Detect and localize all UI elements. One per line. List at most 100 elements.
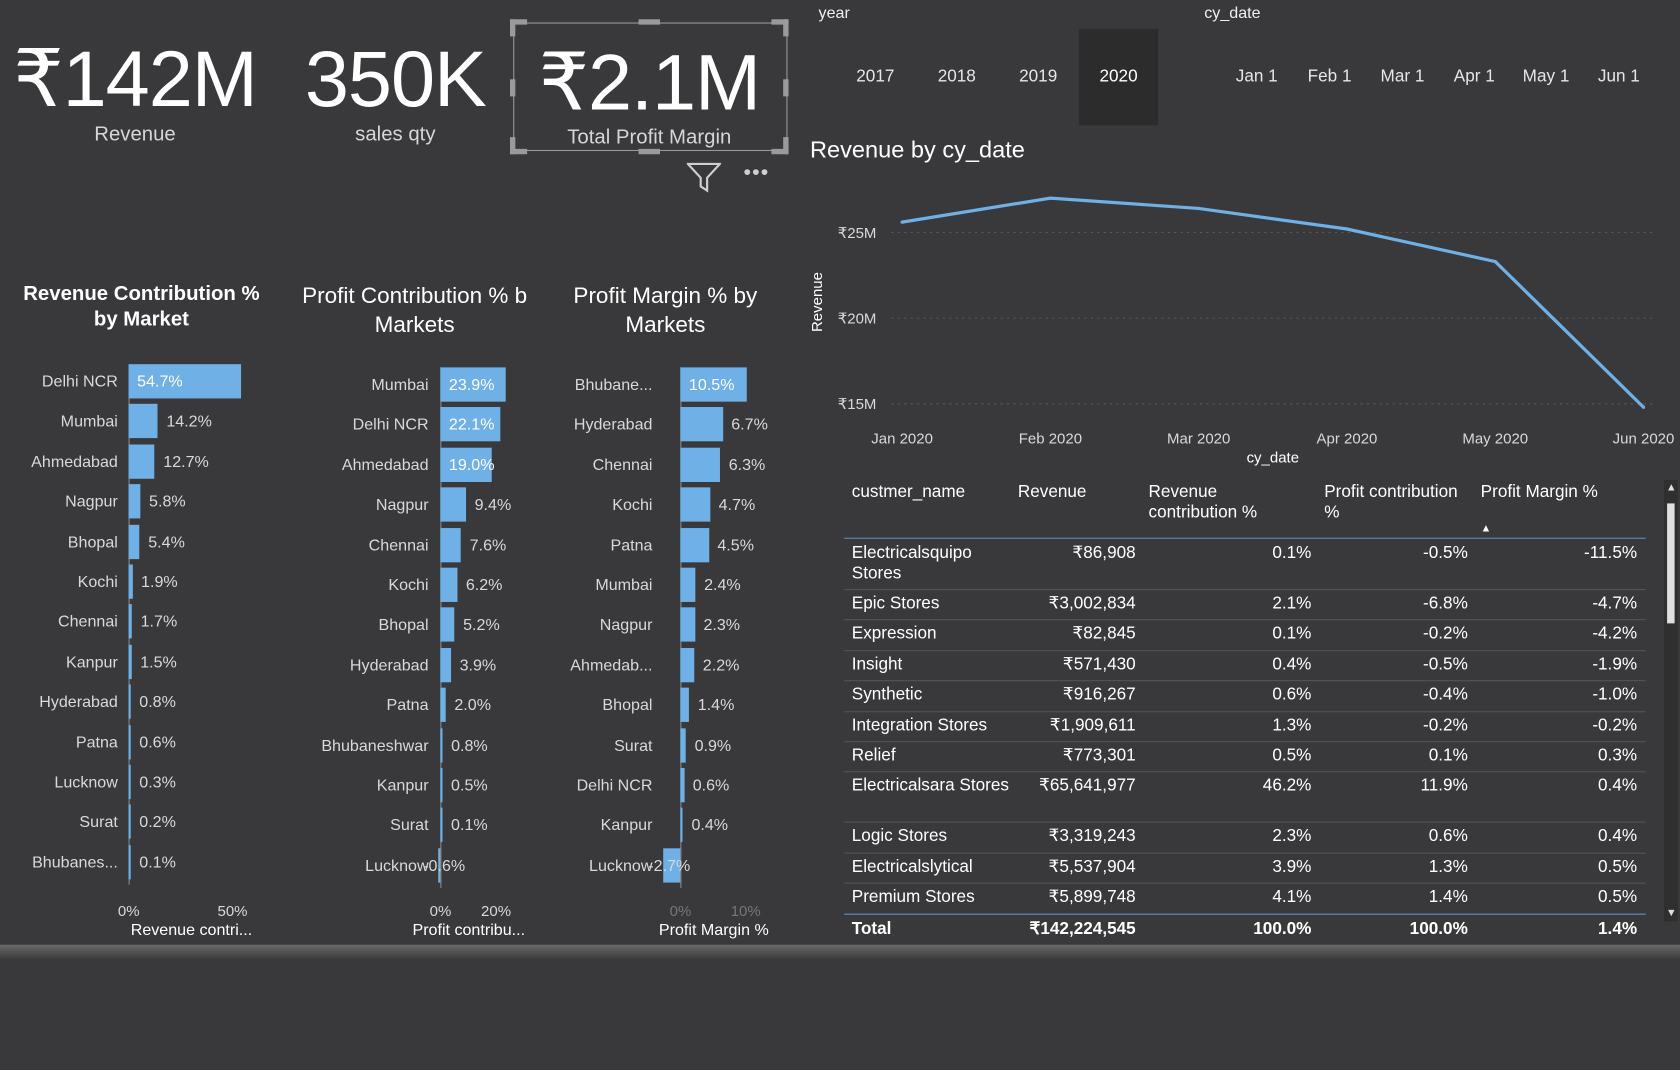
table-row[interactable]: Expression ₹82,845 0.1% -0.2% -4.2%: [844, 620, 1646, 651]
bar-row[interactable]: Patna 2.0%: [387, 687, 546, 724]
table-row[interactable]: Premium Stores ₹5,899,748 4.1% 1.4% 0.5%: [844, 883, 1646, 915]
scroll-thumb[interactable]: [1667, 503, 1675, 624]
bar[interactable]: [128, 724, 131, 759]
sort-ascending-icon[interactable]: ▲: [1481, 518, 1492, 538]
table-header-name[interactable]: custmer_name: [852, 482, 965, 502]
resize-handle[interactable]: [783, 19, 789, 37]
date-slicer-item-jan[interactable]: Jan 1: [1221, 29, 1292, 125]
bar[interactable]: [680, 447, 721, 482]
bar[interactable]: [440, 487, 467, 522]
bar-row[interactable]: Kanpur 0.4%: [601, 808, 781, 844]
bar-row[interactable]: Kanpur 0.5%: [377, 767, 546, 804]
bar-row[interactable]: Chennai 1.7%: [58, 604, 268, 641]
bar-row[interactable]: Delhi NCR 22.1%: [353, 407, 546, 443]
bar[interactable]: [440, 647, 451, 683]
bar[interactable]: [128, 404, 158, 439]
table-header-profit-margin[interactable]: Profit Margin %: [1481, 482, 1598, 502]
revenue-series-line[interactable]: [901, 196, 1645, 409]
table-scrollbar[interactable]: ▲ ▼: [1663, 479, 1678, 922]
bar[interactable]: [440, 527, 462, 562]
bar-row[interactable]: Lucknow 0.3%: [54, 764, 268, 801]
bar[interactable]: [128, 564, 133, 599]
bar-row[interactable]: Chennai 6.3%: [593, 447, 781, 484]
table-row[interactable]: Electricalsquipo Stores ₹86,908 0.1% -0.5% -…: [844, 539, 1646, 591]
bar-row[interactable]: Mumbai 23.9%: [371, 367, 546, 403]
bar-row[interactable]: Ahmedabad 19.0%: [342, 447, 546, 484]
table-header-revenue-contribution[interactable]: Revenue contribution %: [1149, 482, 1288, 523]
bar[interactable]: [680, 407, 723, 442]
table-row[interactable]: Electricalsara Stores ₹65,641,977 46.2% 11.…: [844, 772, 1646, 824]
bar-row[interactable]: Bhubaneshwar 0.8%: [321, 727, 546, 764]
bar-row[interactable]: Kochi 4.7%: [612, 487, 781, 524]
bar-row[interactable]: Mumbai 2.4%: [595, 567, 781, 604]
bar[interactable]: [440, 687, 446, 723]
bar[interactable]: [128, 764, 131, 800]
bar-row[interactable]: Kochi 1.9%: [78, 564, 268, 600]
bar-row[interactable]: Patna 0.6%: [76, 724, 268, 761]
bar[interactable]: [128, 684, 131, 719]
bar[interactable]: [680, 808, 683, 843]
bar[interactable]: [680, 607, 695, 643]
bar-row[interactable]: Bhubane... 10.5%: [575, 367, 781, 403]
bar[interactable]: [680, 727, 687, 763]
resize-handle[interactable]: [638, 19, 660, 25]
resize-handle[interactable]: [509, 79, 516, 97]
date-slicer-item-feb[interactable]: Feb 1: [1294, 29, 1365, 125]
bar-row[interactable]: Lucknow -0.6%: [365, 848, 546, 884]
resize-handle[interactable]: [783, 79, 789, 97]
bar[interactable]: [128, 484, 141, 519]
bar[interactable]: [128, 444, 155, 479]
resize-handle[interactable]: [509, 19, 516, 37]
date-slicer-item-jun[interactable]: Jun 1: [1584, 29, 1655, 125]
revenue-data-point[interactable]: [1641, 405, 1646, 409]
revenue-data-point[interactable]: [1345, 227, 1349, 231]
date-slicer-item-may[interactable]: May 1: [1511, 29, 1582, 125]
bar-row[interactable]: Lucknow -2.7%: [589, 848, 781, 884]
year-slicer-item-2019[interactable]: 2019: [999, 29, 1078, 125]
year-slicer-item-2020[interactable]: 2020: [1078, 28, 1159, 126]
bar-row[interactable]: Bhopal 1.4%: [602, 687, 781, 724]
bar-row[interactable]: Surat 0.9%: [614, 727, 781, 764]
bar[interactable]: [128, 844, 131, 880]
table-row[interactable]: Synthetic ₹916,267 0.6% -0.4% -1.0%: [844, 680, 1646, 712]
bar-row[interactable]: Delhi NCR 0.6%: [577, 767, 781, 804]
bar-row[interactable]: Bhopal 5.2%: [379, 607, 546, 644]
table-header-revenue[interactable]: Revenue: [1018, 482, 1087, 502]
table-header-profit-contribution[interactable]: Profit contribution %: [1324, 482, 1468, 523]
bar[interactable]: [128, 644, 132, 679]
bar-row[interactable]: Hyderabad 6.7%: [574, 407, 781, 443]
more-options-icon[interactable]: •••: [744, 161, 770, 186]
bar-row[interactable]: Nagpur 5.8%: [65, 484, 268, 520]
date-slicer-item-apr[interactable]: Apr 1: [1439, 29, 1510, 125]
bar-row[interactable]: Bhopal 5.4%: [68, 524, 268, 560]
year-slicer-item-2018[interactable]: 2018: [917, 29, 996, 125]
table-total-row[interactable]: Total ₹142,224,545 100.0% 100.0% 1.4%: [844, 913, 1646, 944]
revenue-data-point[interactable]: [900, 220, 904, 224]
bar-row[interactable]: Hyderabad 3.9%: [350, 647, 546, 684]
bar-row[interactable]: Ahmedab... 2.2%: [570, 647, 781, 684]
scroll-down-icon[interactable]: ▼: [1666, 907, 1677, 919]
bar[interactable]: [440, 567, 458, 602]
bar[interactable]: [680, 687, 690, 723]
bar[interactable]: [680, 567, 696, 602]
bar[interactable]: [128, 804, 131, 840]
year-slicer-item-2017[interactable]: 2017: [836, 29, 915, 125]
bar[interactable]: [440, 607, 455, 643]
revenue-data-point[interactable]: [1493, 259, 1497, 264]
table-row[interactable]: Epic Stores ₹3,002,834 2.1% -6.8% -4.7%: [844, 589, 1646, 621]
bar-row[interactable]: Nagpur 2.3%: [600, 607, 781, 644]
table-row[interactable]: Electricalslytical ₹5,537,904 3.9% 1.3% 0.5%: [844, 852, 1646, 884]
revenue-data-point[interactable]: [1048, 196, 1053, 200]
bar-row[interactable]: Nagpur 9.4%: [376, 487, 546, 524]
bar[interactable]: [680, 487, 711, 522]
bar[interactable]: [680, 767, 685, 803]
bar-row[interactable]: Delhi NCR 54.7%: [42, 364, 268, 400]
bar-row[interactable]: Surat 0.1%: [390, 808, 546, 844]
bar[interactable]: [440, 808, 443, 843]
table-row[interactable]: Integration Stores ₹1,909,611 1.3% -0.2% -0.…: [844, 711, 1646, 743]
bar[interactable]: [440, 727, 443, 763]
bar-row[interactable]: Chennai 7.6%: [369, 527, 546, 564]
revenue-data-point[interactable]: [1197, 206, 1201, 211]
table-row[interactable]: Insight ₹571,430 0.4% -0.5% -1.9%: [844, 650, 1646, 682]
bar-row[interactable]: Hyderabad 0.8%: [39, 684, 268, 721]
